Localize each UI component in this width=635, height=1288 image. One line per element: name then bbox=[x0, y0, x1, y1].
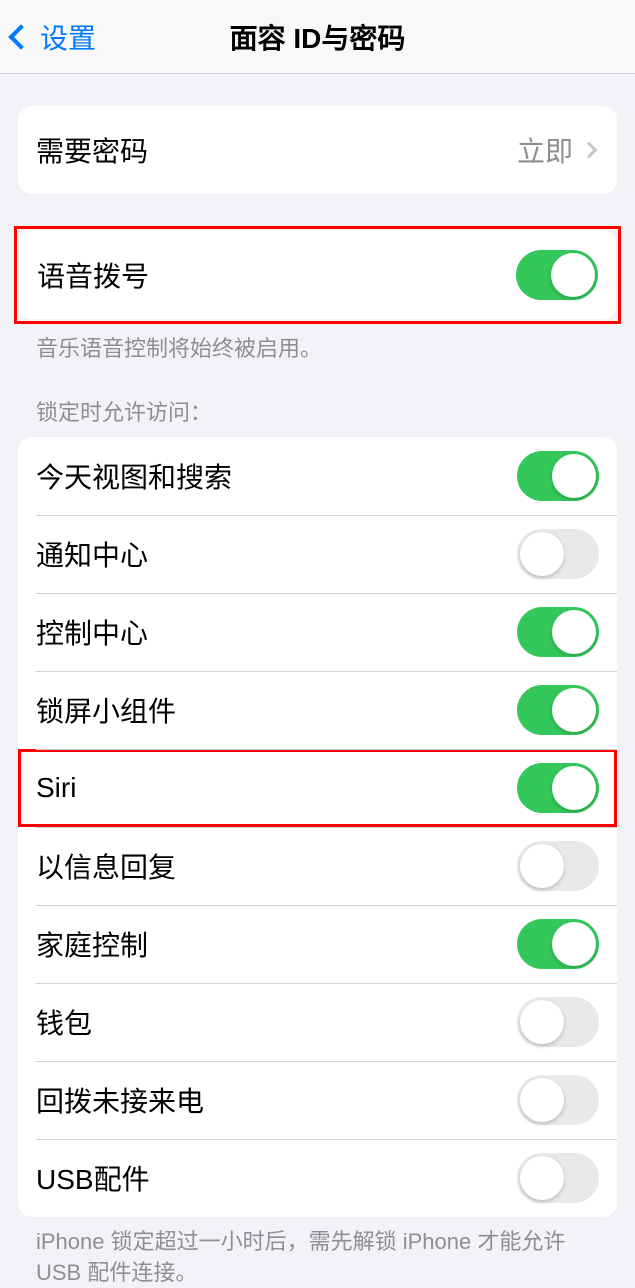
back-label: 设置 bbox=[40, 17, 96, 57]
usb-accessories-label: USB配件 bbox=[36, 1158, 150, 1198]
voice-dial-footer: 音乐语音控制将始终被启用。 bbox=[0, 324, 635, 365]
lock-screen-widgets-row: 锁屏小组件 bbox=[18, 671, 617, 749]
navigation-bar: 设置 面容 ID与密码 bbox=[0, 0, 635, 74]
locked-access-header: 锁定时允许访问： bbox=[0, 365, 635, 437]
control-center-toggle[interactable] bbox=[517, 607, 599, 657]
reply-with-message-toggle[interactable] bbox=[517, 841, 599, 891]
require-passcode-label: 需要密码 bbox=[36, 130, 148, 170]
usb-accessories-toggle[interactable] bbox=[517, 1153, 599, 1203]
wallet-row: 钱包 bbox=[18, 983, 617, 1061]
siri-row: Siri bbox=[18, 749, 617, 827]
reply-with-message-label: 以信息回复 bbox=[36, 846, 176, 886]
voice-dial-toggle[interactable] bbox=[516, 250, 598, 300]
lock-screen-widgets-toggle[interactable] bbox=[517, 685, 599, 735]
voice-dial-highlight: 语音拨号 bbox=[14, 226, 621, 324]
control-center-row: 控制中心 bbox=[18, 593, 617, 671]
voice-dial-row: 语音拨号 bbox=[19, 231, 616, 319]
back-button[interactable]: 设置 bbox=[0, 0, 96, 73]
return-missed-calls-label: 回拨未接来电 bbox=[36, 1080, 204, 1120]
home-control-toggle[interactable] bbox=[517, 919, 599, 969]
require-passcode-value: 立即 bbox=[517, 130, 573, 170]
chevron-left-icon bbox=[8, 24, 33, 49]
page-title: 面容 ID与密码 bbox=[230, 17, 406, 57]
voice-dial-label: 语音拨号 bbox=[37, 255, 149, 295]
reply-with-message-row: 以信息回复 bbox=[18, 827, 617, 905]
return-missed-calls-row: 回拨未接来电 bbox=[18, 1061, 617, 1139]
require-passcode-row[interactable]: 需要密码 立即 bbox=[18, 106, 617, 194]
siri-label: Siri bbox=[36, 772, 76, 804]
usb-accessories-row: USB配件 bbox=[18, 1139, 617, 1217]
passcode-group: 需要密码 立即 bbox=[18, 106, 617, 194]
lock-screen-widgets-label: 锁屏小组件 bbox=[36, 690, 176, 730]
today-view-search-row: 今天视图和搜索 bbox=[18, 437, 617, 515]
chevron-right-icon bbox=[581, 142, 598, 159]
voice-dial-group: 语音拨号 bbox=[19, 231, 616, 319]
today-view-search-label: 今天视图和搜索 bbox=[36, 456, 232, 496]
return-missed-calls-toggle[interactable] bbox=[517, 1075, 599, 1125]
notification-center-label: 通知中心 bbox=[36, 534, 148, 574]
locked-access-footer: iPhone 锁定超过一小时后，需先解锁 iPhone 才能允许USB 配件连接… bbox=[0, 1217, 635, 1288]
home-control-label: 家庭控制 bbox=[36, 924, 148, 964]
wallet-label: 钱包 bbox=[36, 1002, 92, 1042]
locked-access-group: 今天视图和搜索通知中心控制中心锁屏小组件 Siri 以信息回复家庭控制钱包回拨未接来… bbox=[18, 437, 617, 1217]
control-center-label: 控制中心 bbox=[36, 612, 148, 652]
today-view-search-toggle[interactable] bbox=[517, 451, 599, 501]
siri-toggle[interactable] bbox=[517, 763, 599, 813]
notification-center-row: 通知中心 bbox=[18, 515, 617, 593]
notification-center-toggle[interactable] bbox=[517, 529, 599, 579]
wallet-toggle[interactable] bbox=[517, 997, 599, 1047]
home-control-row: 家庭控制 bbox=[18, 905, 617, 983]
